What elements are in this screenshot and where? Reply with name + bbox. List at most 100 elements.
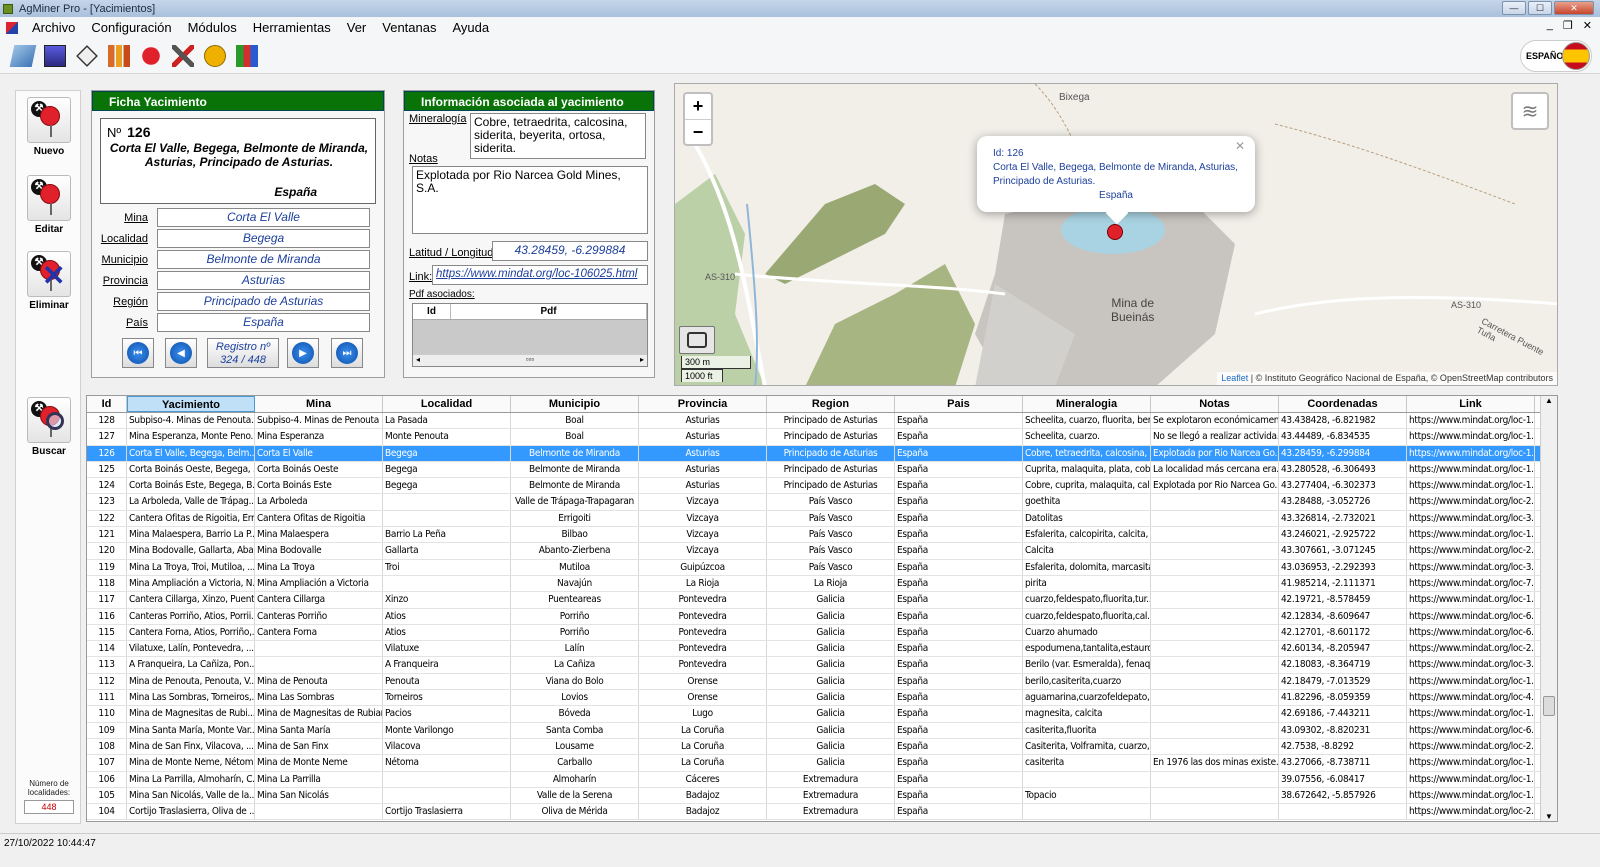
table-row[interactable]: 111 Mina Las Sombras, Torneiros,... Mina L…: [87, 690, 1557, 707]
column-header-11[interactable]: Link: [1407, 396, 1535, 412]
table-row[interactable]: 126 Corta El Valle, Begega, Belm... Corta …: [87, 445, 1557, 462]
table-cell: cuarzo,feldespato,fluorita,tur...: [1023, 592, 1151, 608]
menu-modulos[interactable]: Módulos: [180, 20, 245, 35]
menu-ventanas[interactable]: Ventanas: [374, 20, 444, 35]
table-row[interactable]: 119 Mina La Troya, Troi, Mutiloa, ... Mina…: [87, 559, 1557, 576]
table-cell: Galicia: [767, 641, 895, 657]
table-row[interactable]: 124 Corta Boinás Este, Begega, B... Corta …: [87, 478, 1557, 495]
zoom-out-button[interactable]: −: [685, 119, 711, 144]
bar-chart-icon[interactable]: [104, 41, 133, 70]
table-cell: Principado de Asturias: [767, 429, 895, 445]
minimize-button[interactable]: —: [1502, 1, 1526, 15]
table-row[interactable]: 127 Mina Esperanza, Monte Peno... Mina Esp…: [87, 429, 1557, 446]
table-row[interactable]: 117 Cantera Cillarga, Xinzo, Puent... Cant…: [87, 592, 1557, 609]
table-row[interactable]: 128 Subpiso-4. Minas de Penouta... Subpiso…: [87, 413, 1557, 430]
tools-icon[interactable]: [168, 41, 197, 70]
column-header-4[interactable]: Municipio: [511, 396, 639, 412]
table-cell: España: [895, 445, 1023, 461]
table-row[interactable]: 109 Mina Santa María, Monte Var... Mina Sa…: [87, 722, 1557, 739]
pdf-grid[interactable]: Id Pdf ◂ ▫▫▫ ▸: [412, 303, 648, 367]
zoom-in-button[interactable]: +: [685, 94, 711, 119]
eliminar-button[interactable]: ⚒ ✕ Eliminar: [26, 251, 72, 311]
table-cell: 127: [87, 429, 127, 445]
latlon-field[interactable]: 43.28459, -6.299884: [492, 241, 648, 261]
table-cell: En 1976 las dos minas existe...: [1151, 755, 1279, 771]
table-row[interactable]: 112 Mina de Penouta, Penouta, V... Mina de…: [87, 673, 1557, 691]
buscar-button[interactable]: ⚒ Buscar: [26, 397, 72, 457]
miner-icon[interactable]: [200, 41, 229, 70]
column-header-1[interactable]: Yacimiento: [127, 396, 255, 412]
notas-field[interactable]: Explotada por Rio Narcea Gold Mines, S.A…: [412, 166, 648, 234]
maximize-button[interactable]: ☐: [1528, 1, 1552, 15]
table-row[interactable]: 105 Mina San Nicolás, Valle de la... Mina …: [87, 787, 1557, 805]
table-row[interactable]: 114 Vilatuxe, Lalín, Pontevedra, ... Vilat…: [87, 641, 1557, 658]
mdi-system-icon[interactable]: [6, 21, 18, 34]
first-record-button[interactable]: ⏮: [122, 338, 154, 368]
column-header-6[interactable]: Region: [767, 396, 895, 412]
table-cell: Se explotaron económicamen...: [1151, 413, 1279, 429]
mineralogia-field[interactable]: Cobre, tetraedrita, calcosina, siderita,…: [470, 113, 646, 159]
next-icon: ▶: [292, 342, 314, 364]
link-field[interactable]: https://www.mindat.org/loc-106025.html: [432, 265, 648, 285]
table-row[interactable]: 118 Mina Ampliación a Victoria, N... Mina …: [87, 575, 1557, 593]
prev-record-button[interactable]: ◀: [165, 338, 197, 368]
popup-close-icon[interactable]: ✕: [1235, 139, 1245, 153]
table-cell: España: [895, 510, 1023, 527]
scale-imperial: 1000 ft: [681, 369, 723, 382]
table-row[interactable]: 107 Mina de Monte Neme, Nétom... Mina de M…: [87, 755, 1557, 772]
next-record-button[interactable]: ▶: [287, 338, 319, 368]
crystal-icon[interactable]: [72, 41, 101, 70]
menu-configuracion[interactable]: Configuración: [83, 20, 179, 35]
pick-pin-icon[interactable]: [136, 41, 165, 70]
column-header-5[interactable]: Provincia: [639, 396, 767, 412]
map-screenshot-button[interactable]: [679, 326, 715, 354]
table-cell: País Vasco: [767, 559, 895, 575]
column-header-0[interactable]: Id: [87, 396, 127, 412]
leaflet-link[interactable]: Leaflet: [1221, 373, 1248, 383]
language-selector[interactable]: ESPAÑOL: [1520, 40, 1592, 72]
books-icon[interactable]: [232, 41, 261, 70]
table-row[interactable]: 115 Cantera Forna, Atios, Porriño,... Cant…: [87, 624, 1557, 642]
table-row[interactable]: 121 Mina Malaespera, Barrio La P... Mina M…: [87, 527, 1557, 544]
menu-ver[interactable]: Ver: [339, 20, 375, 35]
chart-icon[interactable]: [40, 41, 69, 70]
table-vscroll[interactable]: ▲ ▼: [1540, 396, 1557, 821]
mdi-minimize-icon[interactable]: _: [1547, 19, 1553, 32]
menu-archivo[interactable]: Archivo: [24, 20, 83, 35]
scroll-thumb[interactable]: [1543, 696, 1555, 716]
editar-button[interactable]: ⚒ Editar: [26, 175, 72, 235]
table-row[interactable]: 123 La Arboleda, Valle de Trápag... La Arb…: [87, 494, 1557, 511]
yacimientos-table[interactable]: Id Yacimiento Mina Localidad Municipio Provin…: [86, 395, 1558, 822]
column-header-8[interactable]: Mineralogia: [1023, 396, 1151, 412]
table-row[interactable]: 113 A Franqueira, La Cañiza, Pon... A Fran…: [87, 657, 1557, 674]
table-cell: Galicia: [767, 624, 895, 641]
location-marker-icon[interactable]: [1107, 224, 1123, 240]
column-header-3[interactable]: Localidad: [383, 396, 511, 412]
menu-herramientas[interactable]: Herramientas: [245, 20, 339, 35]
table-cell: Berilo (var. Esmeralda), fenaq...: [1023, 657, 1151, 673]
layers-button[interactable]: ≋: [1511, 92, 1549, 130]
column-header-7[interactable]: Pais: [895, 396, 1023, 412]
table-row[interactable]: 104 Cortijo Traslasierra, Oliva de ... Cor…: [87, 804, 1557, 821]
mineralogia-label: Mineralogía: [409, 113, 467, 125]
column-header-9[interactable]: Notas: [1151, 396, 1279, 412]
table-row[interactable]: 116 Canteras Porriño, Atios, Porrii... Can…: [87, 608, 1557, 625]
mdi-restore-icon[interactable]: ❐: [1563, 19, 1573, 32]
last-record-button[interactable]: ⏭: [331, 338, 363, 368]
menu-ayuda[interactable]: Ayuda: [444, 20, 497, 35]
table-row[interactable]: 108 Mina de San Finx, Vilacova, ... Mina d…: [87, 738, 1557, 756]
map-icon[interactable]: [8, 41, 37, 70]
table-row[interactable]: 125 Corta Boinás Oeste, Begega, ... Corta …: [87, 461, 1557, 479]
table-row[interactable]: 120 Mina Bodovalle, Gallarta, Aba... Mina …: [87, 543, 1557, 560]
close-button[interactable]: ✕: [1554, 1, 1594, 15]
table-row[interactable]: 110 Mina de Magnesitas de Rubi... Mina de …: [87, 706, 1557, 723]
pdf-hscroll[interactable]: ◂ ▫▫▫ ▸: [413, 354, 647, 366]
nuevo-button[interactable]: ⚒ Nuevo: [26, 97, 72, 157]
column-header-2[interactable]: Mina: [255, 396, 383, 412]
mdi-close-icon[interactable]: ✕: [1583, 19, 1592, 32]
table-row[interactable]: 106 Mina La Parrilla, Almoharín, C... Mina…: [87, 771, 1557, 788]
map-view[interactable]: + − ≋ Bixega AS-310 AS-310 Mina de Bueiná…: [674, 83, 1558, 386]
ficha-title: Ficha Yacimiento: [92, 91, 384, 111]
column-header-10[interactable]: Coordenadas: [1279, 396, 1407, 412]
table-row[interactable]: 122 Cantera Ofitas de Rigoitia, Err... Can…: [87, 510, 1557, 528]
